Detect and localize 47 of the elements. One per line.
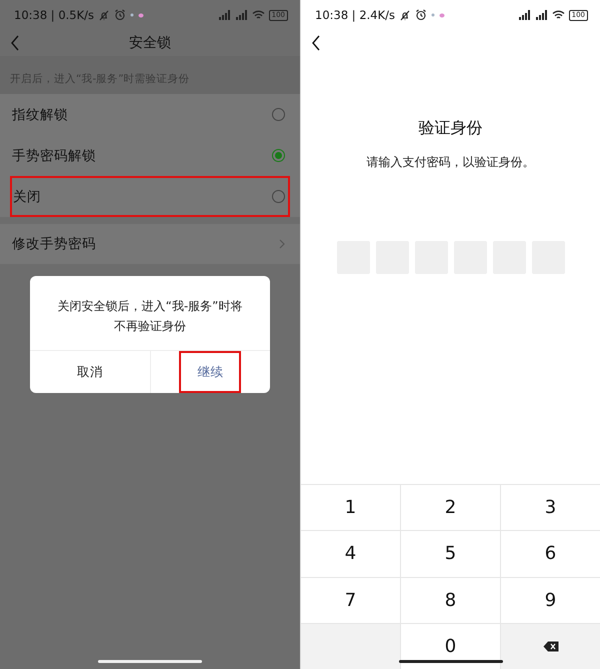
radio-button[interactable] <box>272 190 285 203</box>
option-label: 指纹解锁 <box>12 106 68 124</box>
continue-button[interactable]: 继续 <box>179 351 242 393</box>
signal-icon <box>518 10 531 20</box>
dialog-message: 关闭安全锁后，进入“我-服务”时将不再验证身份 <box>56 298 244 335</box>
bell-slash-icon <box>399 9 412 21</box>
bell-slash-icon <box>98 9 110 21</box>
settings-row[interactable]: 修改手势密码 <box>0 224 300 264</box>
alarm-clock-icon <box>415 9 428 21</box>
dot-icon <box>130 13 134 17</box>
keypad-key[interactable]: 4 <box>301 531 400 576</box>
radio-button[interactable] <box>272 149 285 162</box>
backspace-icon <box>542 640 558 652</box>
option-row[interactable]: 关闭 <box>10 176 290 217</box>
signal-icon <box>218 10 231 20</box>
wifi-icon <box>252 10 265 20</box>
keypad-key[interactable]: 9 <box>501 578 600 623</box>
keypad-key[interactable]: 7 <box>301 578 400 623</box>
keypad-key[interactable]: 3 <box>501 485 600 530</box>
chevron-right-icon <box>279 239 285 249</box>
wifi-icon <box>552 10 565 20</box>
keypad-key[interactable]: 5 <box>401 531 500 576</box>
alarm-clock-icon <box>114 9 126 21</box>
signal-icon <box>234 10 248 20</box>
delete-key[interactable] <box>501 624 600 669</box>
page-title: 安全锁 <box>128 34 172 52</box>
keypad-key[interactable]: 8 <box>401 578 500 623</box>
signal-icon <box>534 10 548 20</box>
status-time: 10:38 | 2.4K/s <box>315 8 396 22</box>
keypad-key[interactable]: 6 <box>501 531 600 576</box>
keypad-key[interactable]: 2 <box>401 485 500 530</box>
option-row[interactable]: 手势密码解锁 <box>0 135 300 176</box>
option-row[interactable]: 指纹解锁 <box>0 94 300 135</box>
keypad-key[interactable]: 1 <box>301 485 400 530</box>
instruction-text: 请输入支付密码，以验证身份。 <box>366 154 534 171</box>
radio-button[interactable] <box>272 108 285 121</box>
option-label: 手势密码解锁 <box>12 146 96 164</box>
cancel-button[interactable]: 取消 <box>62 356 117 388</box>
keypad-key[interactable]: 0 <box>401 624 500 669</box>
option-label: 修改手势密码 <box>12 235 96 253</box>
back-icon[interactable] <box>311 35 321 51</box>
dot-icon <box>439 12 446 18</box>
option-label: 关闭 <box>13 188 41 206</box>
status-time: 10:38 | 0.5K/s <box>14 8 94 22</box>
dot-icon <box>138 12 144 18</box>
page-title: 验证身份 <box>418 118 482 139</box>
dot-icon <box>431 13 436 17</box>
